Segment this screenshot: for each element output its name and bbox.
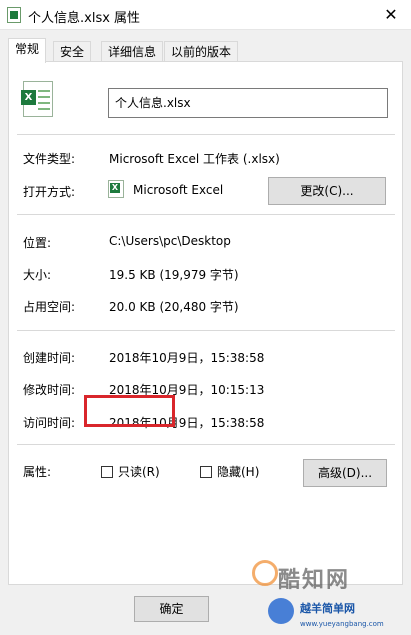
divider — [17, 330, 395, 331]
location-value: C:\Users\pc\Desktop — [109, 234, 231, 248]
open-with-value: Microsoft Excel — [133, 183, 224, 197]
size-value: 19.5 KB (19,979 字节) — [109, 268, 239, 282]
modified-label: 修改时间: — [23, 383, 76, 397]
watermark-secondary-logo-icon — [268, 598, 294, 624]
readonly-label[interactable]: 只读(R) — [118, 463, 160, 480]
created-value: 2018年10月9日，15:38:58 — [109, 351, 265, 365]
excel-app-icon — [108, 180, 124, 198]
size-on-disk-value: 20.0 KB (20,480 字节) — [109, 300, 239, 314]
hidden-checkbox[interactable] — [200, 466, 212, 478]
ok-button[interactable]: 确定 — [134, 596, 209, 622]
divider — [17, 444, 395, 445]
hidden-label[interactable]: 隐藏(H) — [217, 463, 259, 480]
tab-strip: 常规 安全 详细信息 以前的版本 — [8, 38, 403, 63]
general-panel: X 个人信息.xlsx 文件类型: Microsoft Excel 工作表 (.… — [8, 61, 403, 585]
size-label: 大小: — [23, 268, 52, 282]
divider — [17, 214, 395, 215]
file-type-label: 文件类型: — [23, 152, 76, 166]
title-bar: 个人信息.xlsx 属性 ✕ — [0, 0, 411, 30]
location-label: 位置: — [23, 236, 52, 250]
excel-file-icon — [7, 7, 21, 23]
tab-general[interactable]: 常规 — [8, 38, 47, 63]
size-on-disk-label: 占用空间: — [23, 300, 76, 314]
file-name-input[interactable]: 个人信息.xlsx — [108, 88, 388, 118]
change-button[interactable]: 更改(C)... — [268, 177, 386, 205]
readonly-highlight-box — [84, 395, 175, 427]
created-label: 创建时间: — [23, 351, 76, 365]
readonly-checkbox[interactable] — [101, 466, 113, 478]
divider — [17, 134, 395, 135]
watermark-primary: 酷知网 — [278, 568, 351, 593]
advanced-button[interactable]: 高级(D)... — [303, 459, 387, 487]
tab-previous-versions[interactable]: 以前的版本 — [164, 41, 239, 62]
excel-file-icon: X — [21, 81, 53, 117]
watermark-secondary: 越羊简单网 — [300, 602, 355, 615]
watermark-logo-icon — [252, 560, 278, 586]
attributes-label: 属性: — [23, 465, 52, 479]
tab-details[interactable]: 详细信息 — [101, 41, 164, 62]
accessed-label: 访问时间: — [23, 416, 76, 430]
watermark-secondary-url: www.yueyangbang.com — [300, 620, 384, 628]
window-title: 个人信息.xlsx 属性 — [28, 11, 141, 26]
close-button[interactable]: ✕ — [371, 0, 411, 30]
file-type-value: Microsoft Excel 工作表 (.xlsx) — [109, 152, 280, 166]
open-with-label: 打开方式: — [23, 185, 76, 199]
tab-security[interactable]: 安全 — [53, 41, 92, 62]
